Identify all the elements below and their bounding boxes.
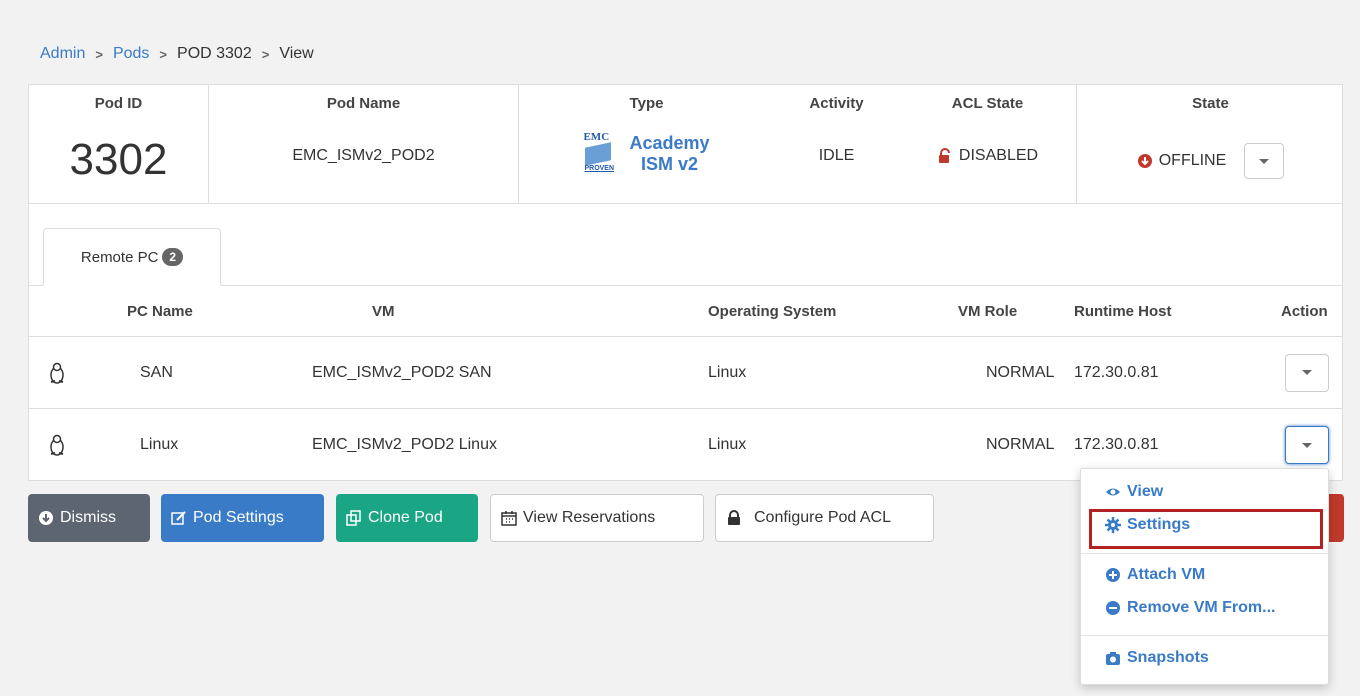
menu-item-settings[interactable]: Settings (1105, 516, 1190, 534)
arrow-circle-down-icon (1137, 154, 1152, 168)
header-runtime-host: Runtime Host (1074, 302, 1172, 320)
dismiss-button[interactable]: Dismiss (28, 494, 150, 542)
row-pc-name: SAN (140, 363, 173, 381)
clone-pod-button[interactable]: Clone Pod (336, 494, 478, 542)
menu-item-attach-vm[interactable]: Attach VM (1105, 566, 1205, 584)
clone-icon (346, 510, 361, 526)
pod-summary: Pod ID 3302 Pod Name EMC_ISMv2_POD2 Type… (29, 85, 1342, 204)
breadcrumb-view: View (279, 45, 314, 62)
table-row: SAN EMC_ISMv2_POD2 SAN Linux NORMAL 172.… (29, 337, 1342, 409)
eye-icon (1106, 488, 1120, 496)
state-value: OFFLINE (1158, 152, 1227, 169)
activity-column: Activity IDLE (774, 85, 899, 204)
menu-divider (1081, 635, 1328, 636)
remote-pc-count-badge: 2 (162, 248, 184, 266)
state-label: State (1192, 95, 1229, 112)
minus-circle-icon (1106, 601, 1120, 615)
row-vm-role: NORMAL (986, 436, 1055, 453)
arrow-circle-down-icon (39, 511, 53, 525)
edit-icon (171, 511, 186, 525)
row-action-menu: View Settings Attach VM Remove VM From..… (1080, 468, 1329, 685)
row-runtime-host: 172.30.0.81 (1074, 363, 1159, 381)
tab-remote-pc[interactable]: Remote PC 2 (43, 228, 221, 286)
lock-icon (728, 510, 740, 525)
pod-name-column: Pod Name EMC_ISMv2_POD2 (209, 85, 519, 204)
type-name-link[interactable]: Academy ISM v2 (629, 133, 709, 175)
header-vm: VM (372, 302, 395, 320)
configure-pod-acl-button[interactable]: Configure Pod ACL (715, 494, 934, 542)
plus-circle-icon (1106, 568, 1120, 582)
type-label: Type (629, 95, 664, 112)
state-dropdown-button[interactable] (1244, 143, 1285, 179)
acl-label: ACL State (951, 95, 1024, 112)
row-action-dropdown[interactable] (1285, 353, 1329, 392)
state-column: State OFFLINE (1077, 85, 1344, 204)
emc-proven-logo: EMC PROVEN (583, 131, 615, 172)
chevron-right-icon: > (261, 46, 270, 62)
row-vm: EMC_ISMv2_POD2 SAN (312, 363, 492, 381)
chevron-right-icon: > (159, 46, 168, 62)
row-vm: EMC_ISMv2_POD2 Linux (312, 436, 497, 453)
chevron-right-icon: > (95, 46, 103, 62)
caret-down-icon (1302, 370, 1312, 375)
breadcrumb-admin[interactable]: Admin (40, 45, 85, 63)
camera-icon (1106, 652, 1120, 665)
pod-name-label: Pod Name (326, 95, 401, 112)
activity-label: Activity (809, 95, 864, 112)
header-os: Operating System (708, 302, 837, 320)
linux-icon (50, 362, 64, 384)
pod-id-column: Pod ID 3302 (29, 85, 209, 204)
menu-divider (1081, 553, 1328, 554)
calendar-icon (501, 511, 517, 526)
header-action: Action (1281, 302, 1328, 320)
menu-item-view[interactable]: View (1105, 483, 1163, 501)
row-pc-name: Linux (140, 436, 179, 453)
pod-id-value: 3302 (69, 135, 168, 184)
tab-bar: Remote PC 2 (29, 204, 1342, 286)
row-os: Linux (708, 363, 747, 381)
breadcrumb-pod: POD 3302 (177, 45, 252, 62)
pod-id-label: Pod ID (94, 95, 143, 112)
activity-value: IDLE (818, 147, 855, 164)
row-os: Linux (708, 436, 747, 453)
menu-item-remove-vm[interactable]: Remove VM From... (1105, 599, 1275, 617)
breadcrumb-pods[interactable]: Pods (113, 45, 149, 63)
acl-column: ACL State DISABLED (899, 85, 1077, 204)
pod-panel: Pod ID 3302 Pod Name EMC_ISMv2_POD2 Type… (28, 84, 1343, 481)
pod-settings-button[interactable]: Pod Settings (161, 494, 324, 542)
pod-name-value: EMC_ISMv2_POD2 (292, 147, 435, 164)
menu-item-snapshots[interactable]: Snapshots (1105, 649, 1209, 667)
row-action-dropdown-open[interactable] (1285, 426, 1329, 464)
header-pc-name: PC Name (127, 302, 193, 320)
caret-down-icon (1259, 158, 1270, 164)
row-vm-role: NORMAL (986, 363, 1055, 381)
unlock-icon (938, 148, 950, 163)
header-vm-role: VM Role (958, 302, 1018, 320)
type-column: Type EMC PROVEN Academy ISM v2 (519, 85, 774, 204)
caret-down-icon (1302, 442, 1312, 448)
acl-value: DISABLED (899, 147, 1076, 165)
breadcrumb: Admin > Pods > POD 3302 > View (40, 45, 314, 63)
table-header: PC Name VM Operating System VM Role Runt… (29, 286, 1342, 337)
linux-icon (50, 434, 64, 456)
view-reservations-button[interactable]: View Reservations (490, 494, 704, 542)
gear-icon (1105, 517, 1121, 533)
